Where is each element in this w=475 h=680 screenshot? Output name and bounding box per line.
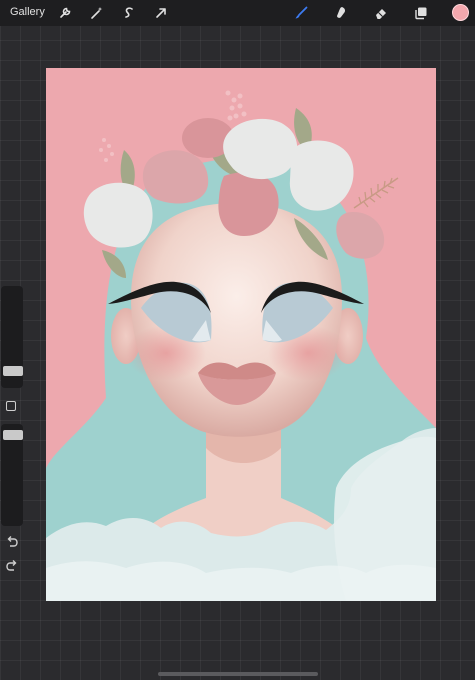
opacity-slider[interactable]	[1, 424, 23, 526]
undo-icon[interactable]	[5, 534, 19, 548]
brush-size-thumb[interactable]	[3, 366, 23, 376]
selection-icon[interactable]	[120, 4, 138, 22]
home-indicator	[158, 672, 318, 676]
redo-icon[interactable]	[5, 558, 19, 572]
opacity-thumb[interactable]	[3, 430, 23, 440]
magic-wand-icon[interactable]	[88, 4, 106, 22]
layers-icon[interactable]	[412, 4, 430, 22]
modify-button[interactable]	[6, 401, 16, 411]
eraser-icon[interactable]	[372, 4, 390, 22]
wrench-icon[interactable]	[56, 4, 74, 22]
brush-size-slider[interactable]	[1, 286, 23, 388]
gallery-button[interactable]: Gallery	[10, 6, 45, 18]
left-sidebar	[0, 284, 24, 580]
top-toolbar: Gallery	[0, 0, 475, 26]
brush-icon[interactable]	[292, 4, 310, 22]
smudge-icon[interactable]	[332, 4, 350, 22]
artwork-illustration	[46, 68, 436, 601]
color-picker-swatch[interactable]	[452, 4, 469, 21]
transform-arrow-icon[interactable]	[152, 4, 170, 22]
drawing-canvas[interactable]	[46, 68, 436, 601]
